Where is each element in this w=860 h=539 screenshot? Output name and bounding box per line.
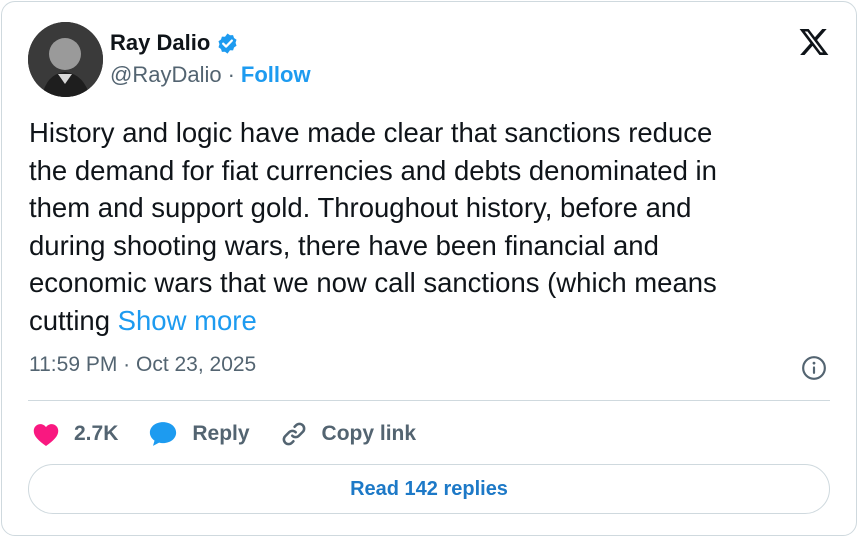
like-count: 2.7K — [74, 422, 119, 445]
reply-label: Reply — [192, 422, 250, 445]
like-button[interactable]: 2.7K — [32, 421, 118, 447]
author-name-row: Ray Dalio — [110, 30, 239, 56]
speech-bubble-icon — [148, 420, 178, 448]
separator-dot: · — [227, 62, 235, 87]
avatar[interactable] — [28, 22, 103, 97]
action-bar: 2.7K Reply Copy link — [32, 417, 446, 451]
show-more-link[interactable]: Show more — [118, 305, 257, 336]
author-name[interactable]: Ray Dalio — [110, 30, 210, 56]
info-icon[interactable] — [801, 355, 827, 381]
timestamp[interactable]: 11:59 PM · Oct 23, 2025 — [29, 353, 256, 377]
tweet-text: History and logic have made clear that s… — [29, 114, 829, 339]
divider — [28, 400, 830, 401]
author-handle[interactable]: @RayDalio — [110, 62, 222, 88]
verified-badge-icon — [216, 32, 239, 55]
x-logo-icon[interactable] — [798, 26, 830, 58]
copy-link-label: Copy link — [321, 422, 417, 445]
reply-button[interactable]: Reply — [148, 420, 250, 448]
read-replies-label: Read 142 replies — [350, 477, 508, 500]
tweet-body: History and logic have made clear that s… — [29, 117, 717, 336]
author-handle-row: @RayDalio · Follow — [110, 62, 311, 88]
link-icon — [280, 420, 308, 448]
copy-link-button[interactable]: Copy link — [280, 420, 417, 448]
heart-icon — [32, 421, 60, 447]
avatar-image — [28, 22, 103, 97]
read-replies-button[interactable]: Read 142 replies — [28, 464, 830, 514]
tweet-card: Ray Dalio @RayDalio · Follow History and… — [1, 1, 857, 536]
follow-button[interactable]: Follow — [241, 62, 311, 88]
